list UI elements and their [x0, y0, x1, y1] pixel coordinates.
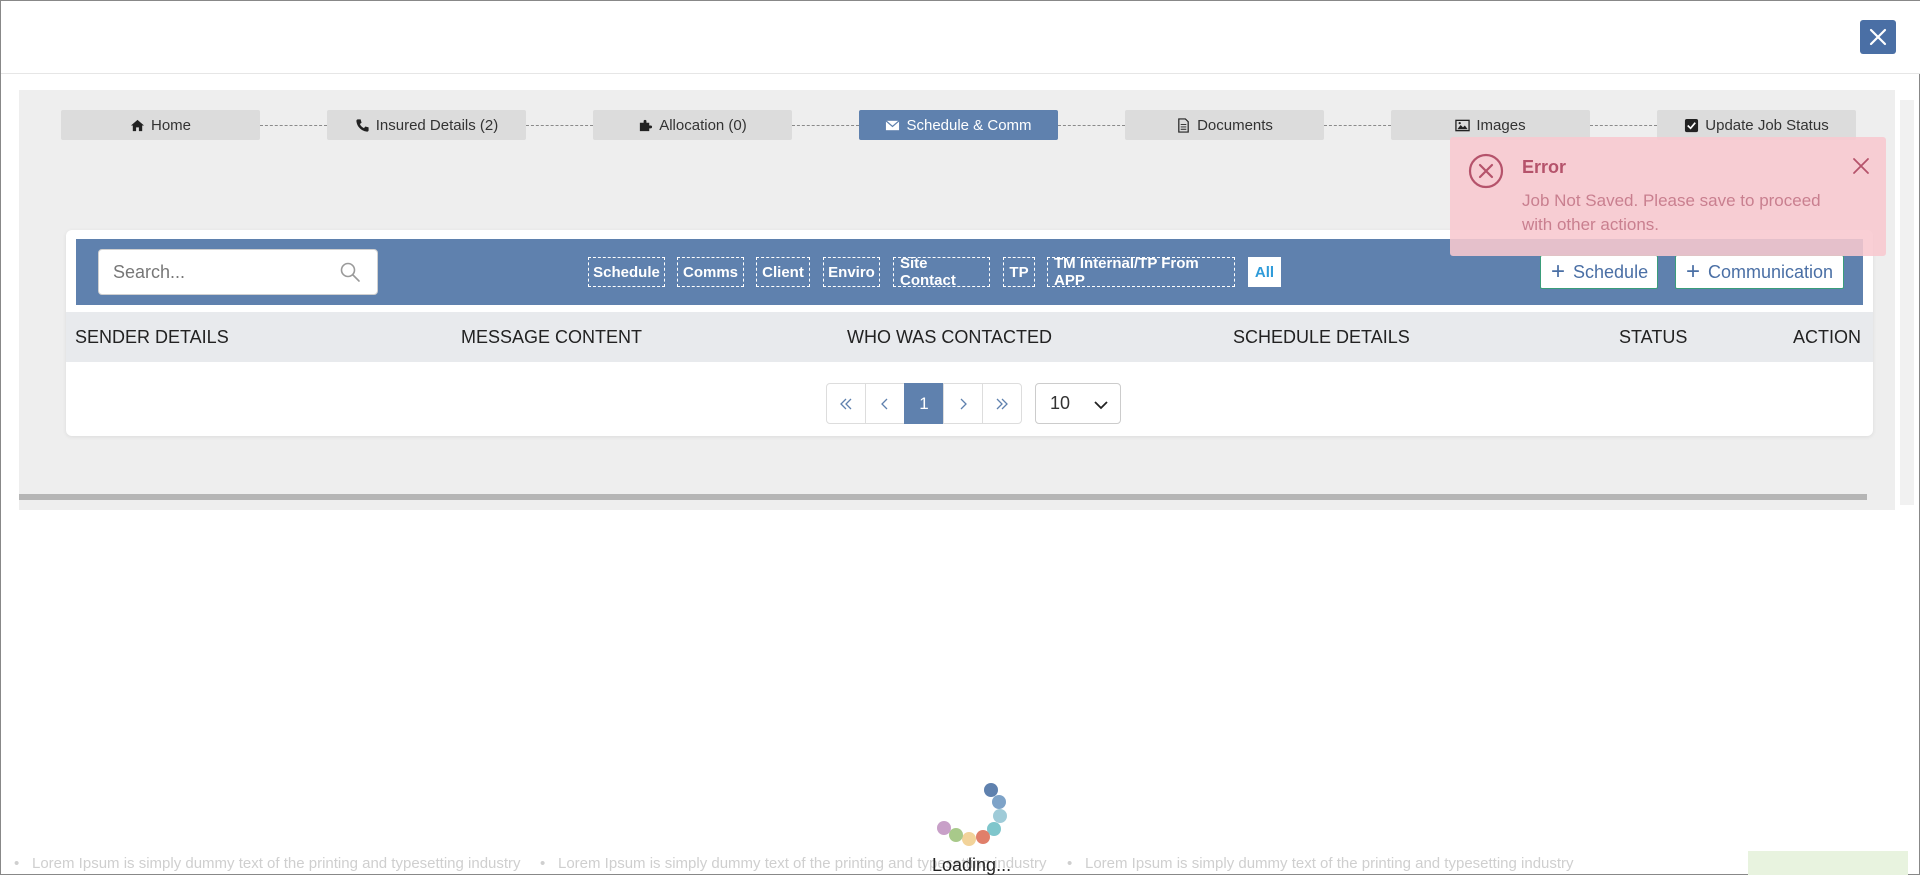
image-icon [1455, 119, 1471, 131]
step-connector [260, 125, 327, 126]
filter-enviro[interactable]: Enviro [823, 257, 880, 287]
page-size-value: 10 [1050, 393, 1071, 413]
step-insured-details[interactable]: Insured Details (2) [327, 110, 526, 140]
chevron-down-icon [1094, 401, 1108, 410]
step-documents[interactable]: Documents [1125, 110, 1324, 140]
loading-spinner-icon [937, 783, 1007, 846]
page-size-select[interactable]: 10 [1035, 383, 1121, 424]
horizontal-scrollbar[interactable] [19, 494, 1867, 500]
double-chevron-left-icon [840, 398, 852, 409]
add-schedule-button[interactable]: + Schedule [1540, 255, 1658, 289]
filter-tm-internal[interactable]: TM Internal/TP From APP [1047, 255, 1235, 289]
ticker-button[interactable] [1748, 851, 1908, 875]
ticker-bullet: • [540, 855, 546, 872]
filter-tp[interactable]: TP [1003, 257, 1035, 287]
filter-schedule[interactable]: Schedule [588, 257, 665, 287]
step-connector [1590, 125, 1657, 126]
pagination: 1 [826, 383, 1022, 424]
plus-icon: + [1551, 258, 1566, 285]
add-communication-button[interactable]: + Communication [1675, 255, 1844, 289]
step-label: Allocation (0) [659, 116, 747, 134]
column-status[interactable]: STATUS [1619, 327, 1687, 348]
toast-message: Job Not Saved. Please save to proceed wi… [1522, 191, 1821, 234]
step-label: Schedule & Comm [906, 116, 1032, 134]
filter-all[interactable]: All [1248, 257, 1281, 287]
step-update-job-status[interactable]: Update Job Status [1657, 110, 1856, 140]
search-icon[interactable] [339, 261, 361, 283]
puzzle-icon [640, 119, 653, 131]
step-connector [526, 125, 593, 126]
page-button-current[interactable]: 1 [904, 383, 944, 424]
close-icon [1869, 28, 1887, 46]
filter-comms[interactable]: Comms [677, 257, 744, 287]
ticker-item: Lorem Ipsum is simply dummy text of the … [32, 855, 521, 872]
search-input[interactable] [113, 250, 333, 294]
step-connector [792, 125, 859, 126]
toast-title: Error [1522, 157, 1567, 177]
workflow-stepper: Home Insured Details (2) Allocation (0) … [61, 110, 1856, 140]
step-label: Images [1476, 116, 1526, 134]
step-connector [1058, 125, 1125, 126]
step-label: Insured Details (2) [375, 116, 499, 134]
chevron-left-icon [881, 398, 888, 409]
next-page-button[interactable] [943, 383, 983, 424]
chevron-right-icon [960, 398, 967, 409]
column-message-content[interactable]: MESSAGE CONTENT [461, 327, 642, 348]
checkbox-icon [1685, 118, 1699, 132]
phone-icon [356, 118, 369, 132]
modal-header [1, 1, 1920, 74]
step-label: Home [150, 116, 191, 134]
step-connector [1324, 125, 1391, 126]
ticker-item: Lorem Ipsum is simply dummy text of the … [1085, 855, 1574, 872]
step-schedule-comm[interactable]: Schedule & Comm [859, 110, 1058, 140]
error-toast: Error Job Not Saved. Please save to proc… [1450, 137, 1886, 256]
close-modal-button[interactable] [1860, 20, 1896, 54]
add-schedule-label: Schedule [1573, 261, 1649, 282]
loading-text: Loading... [932, 855, 1012, 875]
filter-site-contact[interactable]: Site Contact [893, 255, 990, 289]
double-chevron-right-icon [996, 398, 1008, 409]
search-box [98, 249, 378, 295]
step-label: Documents [1197, 116, 1273, 134]
column-who-was-contacted[interactable]: WHO WAS CONTACTED [847, 327, 1052, 348]
vertical-scrollbar[interactable] [1900, 100, 1914, 505]
plus-icon: + [1686, 258, 1701, 285]
last-page-button[interactable] [982, 383, 1022, 424]
first-page-button[interactable] [826, 383, 866, 424]
column-action[interactable]: ACTION [1793, 327, 1861, 348]
column-sender-details[interactable]: SENDER DETAILS [75, 327, 229, 348]
envelope-icon [885, 119, 900, 130]
previous-page-button[interactable] [865, 383, 905, 424]
step-images[interactable]: Images [1391, 110, 1590, 140]
step-allocation[interactable]: Allocation (0) [593, 110, 792, 140]
document-icon [1178, 117, 1189, 133]
ticker-bullet: • [1067, 855, 1073, 872]
add-communication-label: Communication [1708, 261, 1834, 282]
column-schedule-details[interactable]: SCHEDULE DETAILS [1233, 327, 1410, 348]
ticker-bullet: • [14, 855, 20, 872]
filter-client[interactable]: Client [756, 257, 810, 287]
step-label: Update Job Status [1705, 116, 1829, 134]
home-icon [130, 119, 145, 131]
step-home[interactable]: Home [61, 110, 260, 140]
error-circle-icon [1468, 153, 1504, 189]
close-toast-icon[interactable] [1850, 155, 1872, 177]
